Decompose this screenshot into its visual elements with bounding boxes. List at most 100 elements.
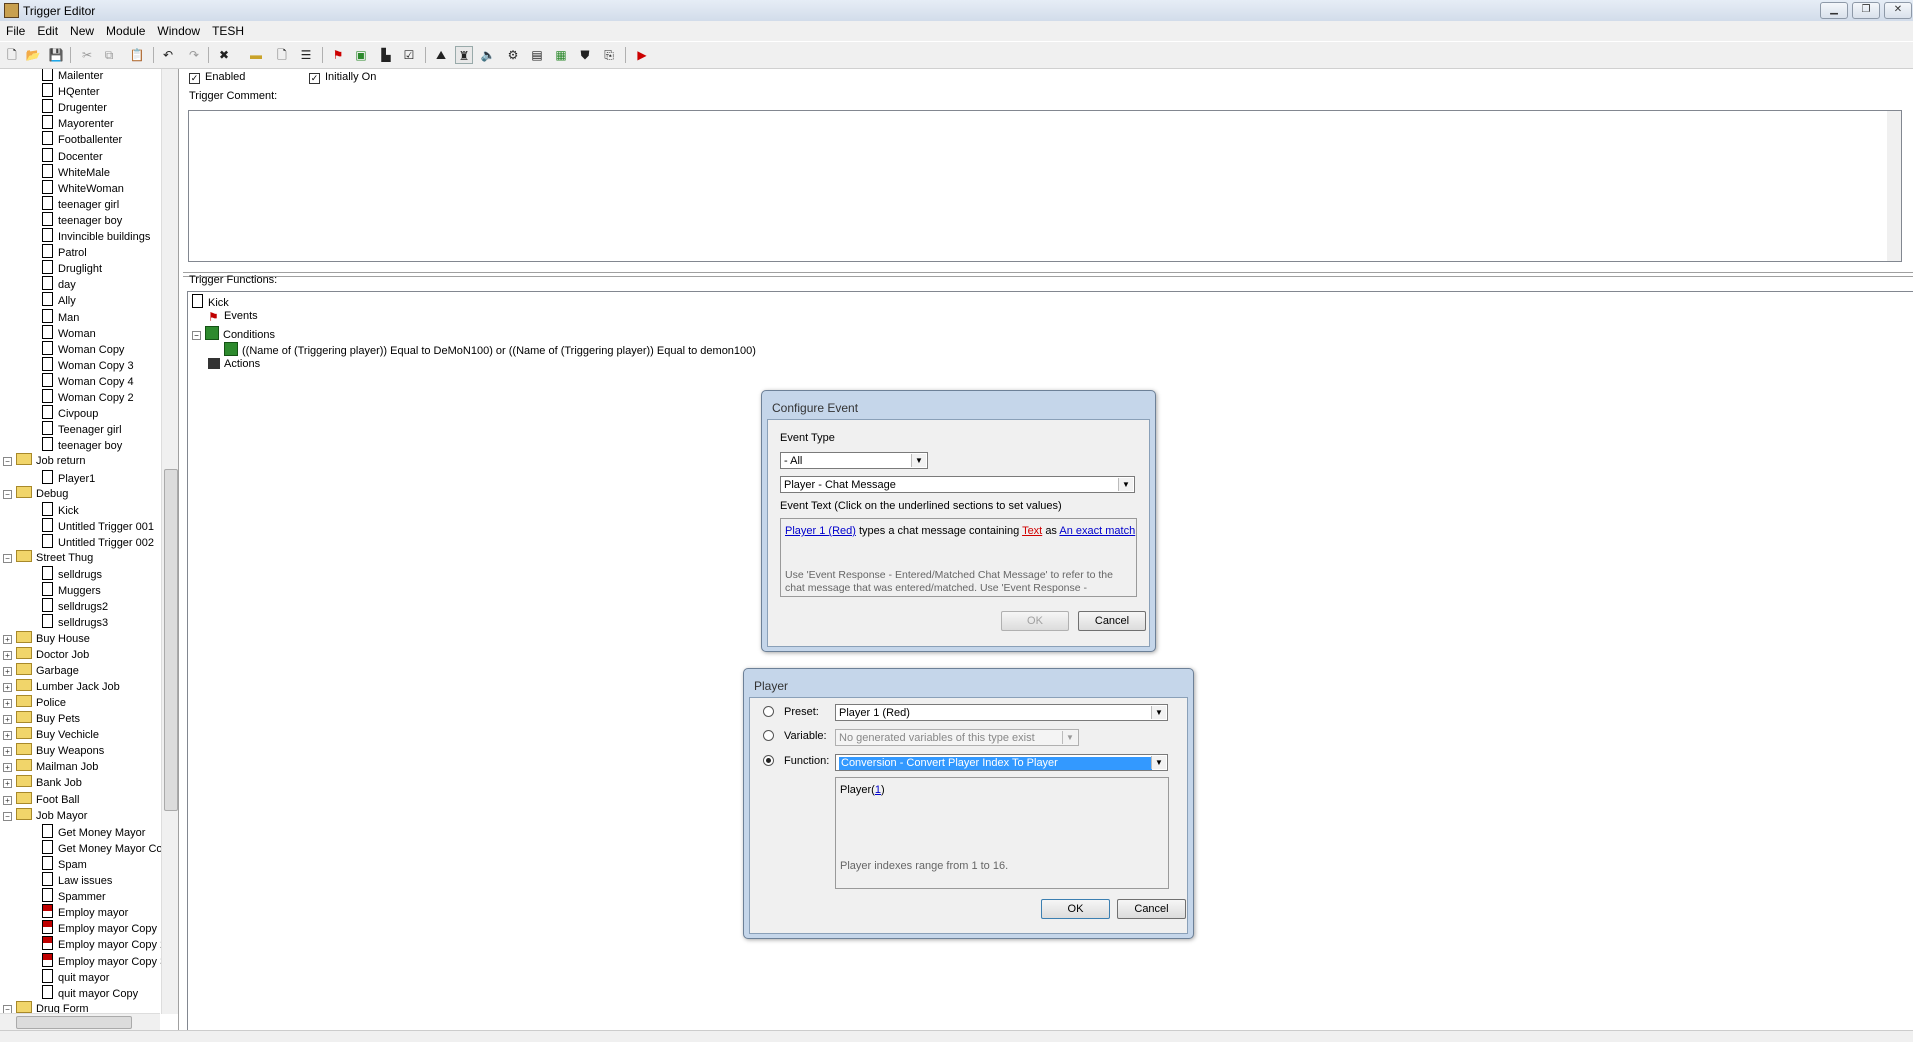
campaign-icon[interactable]: ⛊	[576, 46, 594, 64]
events-item[interactable]: ⚑ Events	[208, 310, 258, 326]
save-icon[interactable]: 💾	[47, 46, 65, 64]
terrain-icon[interactable]: ⛰	[432, 46, 450, 64]
cancel-button[interactable]: Cancel	[1117, 899, 1186, 919]
tree-trigger[interactable]: selldrugs2	[42, 598, 108, 614]
tree-hscroll-thumb[interactable]	[16, 1016, 132, 1029]
tree-trigger[interactable]: quit mayor	[42, 968, 109, 985]
tree-trigger[interactable]: Kick	[42, 501, 79, 518]
import-icon[interactable]: ▤	[528, 46, 546, 64]
object-icon[interactable]: ♜	[455, 46, 473, 64]
tree-folder[interactable]: − Street Thug	[3, 550, 93, 566]
player-param-link[interactable]: Player 1 (Red)	[785, 525, 856, 537]
tree-trigger[interactable]: Mailenter	[42, 69, 103, 83]
minimize-icon[interactable]: ▁	[1820, 2, 1848, 19]
collapse-icon[interactable]: −	[3, 457, 12, 467]
tree-trigger[interactable]: Spammer	[42, 888, 106, 904]
new-icon[interactable]: 🗋	[3, 46, 21, 64]
expand-icon[interactable]: +	[3, 763, 12, 773]
tree-trigger[interactable]: teenager boy	[42, 211, 122, 228]
tree-trigger[interactable]: Invincible buildings	[42, 228, 150, 244]
tree-trigger[interactable]: Woman Copy	[42, 340, 124, 357]
tree-trigger[interactable]: Civpoup	[42, 405, 98, 421]
tree-trigger[interactable]: Druglight	[42, 260, 102, 276]
trigger-root-item[interactable]: Kick	[192, 294, 229, 310]
tree-trigger[interactable]: Employ mayor	[42, 904, 128, 920]
tree-trigger[interactable]: Muggers	[42, 582, 101, 598]
menu-window[interactable]: Window	[151, 21, 206, 38]
tree-folder[interactable]: + Doctor Job	[3, 646, 89, 663]
expand-icon[interactable]: +	[3, 650, 12, 660]
tree-trigger[interactable]: selldrugs3	[42, 614, 108, 630]
new-comment-icon[interactable]: ☰	[297, 46, 315, 64]
tree-trigger[interactable]: Player1	[42, 469, 95, 486]
expand-icon[interactable]: +	[3, 666, 12, 676]
event-category-select[interactable]: - All ▼	[780, 452, 928, 469]
tree-folder[interactable]: + Mailman Job	[3, 759, 98, 775]
collapse-icon[interactable]: −	[3, 811, 12, 821]
tree-trigger[interactable]: day	[42, 276, 76, 292]
tree-trigger[interactable]: Mayorenter	[42, 115, 114, 131]
text-param-link[interactable]: Text	[1022, 525, 1042, 537]
tree-trigger[interactable]: Get Money Mayor Cop	[42, 839, 169, 856]
tree-trigger[interactable]: Patrol	[42, 244, 87, 260]
expand-icon[interactable]: +	[3, 715, 12, 724]
variable-radio[interactable]	[763, 730, 774, 741]
tree-trigger[interactable]: Teenager girl	[42, 421, 122, 437]
condition-row[interactable]: ((Name of (Triggering player)) Equal to …	[224, 342, 756, 358]
ai-icon[interactable]: ⚙	[504, 46, 522, 64]
tree-folder[interactable]: + Buy Pets	[3, 711, 80, 727]
expand-icon[interactable]: +	[3, 779, 12, 789]
tree-horizontal-scrollbar[interactable]	[0, 1013, 160, 1030]
new-category-icon[interactable]: ▬	[247, 46, 265, 64]
trigger-tree[interactable]: Mailenter HQenter Drugenter Mayorenter Footb…	[0, 69, 179, 1030]
tree-trigger[interactable]: WhiteWoman	[42, 179, 124, 196]
expand-icon[interactable]: +	[3, 698, 12, 708]
function-radio[interactable]	[763, 755, 774, 766]
expand-icon[interactable]: +	[3, 747, 12, 757]
sound-icon[interactable]: 🔈	[479, 46, 497, 64]
tree-trigger[interactable]: teenager girl	[42, 195, 119, 212]
test-map-icon[interactable]: ▶	[633, 46, 651, 64]
tree-trigger[interactable]: Drugenter	[42, 99, 107, 115]
object-manager-icon[interactable]: ▦	[552, 46, 570, 64]
close-icon[interactable]: ✕	[1884, 2, 1912, 19]
preset-select[interactable]: Player 1 (Red) ▼	[835, 704, 1168, 721]
tree-vertical-scrollbar[interactable]	[161, 69, 178, 1014]
new-action-icon[interactable]: ▙	[377, 46, 395, 64]
delete-icon[interactable]: ✖	[215, 46, 233, 64]
tree-folder[interactable]: + Lumber Jack Job	[3, 678, 120, 695]
variable-select[interactable]: No generated variables of this type exis…	[835, 729, 1079, 746]
paste-icon[interactable]: 📋	[128, 46, 146, 64]
expand-icon[interactable]: +	[3, 795, 12, 805]
tree-trigger[interactable]: teenager boy	[42, 437, 122, 453]
tree-folder[interactable]: − Job return	[3, 453, 86, 469]
conditions-item[interactable]: − Conditions	[192, 326, 275, 342]
menu-file[interactable]: File	[0, 21, 31, 38]
cut-icon[interactable]: ✂	[78, 46, 96, 64]
variables-icon[interactable]: ☑	[400, 46, 418, 64]
menu-tesh[interactable]: TESH	[206, 21, 250, 38]
tree-folder[interactable]: + Foot Ball	[3, 791, 79, 808]
tree-folder[interactable]: − Job Mayor	[3, 807, 87, 824]
tree-trigger[interactable]: WhiteMale	[42, 163, 110, 180]
tree-folder[interactable]: + Buy House	[3, 630, 90, 647]
expand-icon[interactable]: +	[3, 731, 12, 741]
tree-trigger[interactable]: Woman Copy 3	[42, 356, 134, 373]
undo-icon[interactable]: ↶	[159, 46, 177, 64]
tree-trigger[interactable]: selldrugs	[42, 566, 102, 582]
cancel-button[interactable]: Cancel	[1078, 611, 1146, 631]
comment-scrollbar[interactable]	[1887, 111, 1901, 261]
expand-icon[interactable]: +	[3, 634, 12, 644]
enabled-checkbox[interactable]: ✓ Enabled	[189, 71, 245, 84]
restore-icon[interactable]: ❐	[1852, 2, 1880, 19]
tree-trigger[interactable]: Spam	[42, 855, 87, 872]
tree-trigger[interactable]: Ally	[42, 292, 76, 308]
new-event-icon[interactable]: ⚑	[329, 46, 347, 64]
tree-trigger[interactable]: Woman Copy 4	[42, 372, 134, 389]
new-trigger-icon[interactable]: 🗋	[273, 46, 291, 64]
ok-button[interactable]: OK	[1041, 899, 1110, 919]
tree-trigger[interactable]: Woman Copy 2	[42, 389, 134, 405]
panel-splitter[interactable]	[183, 272, 1913, 277]
tree-folder[interactable]: + Bank Job	[3, 775, 82, 791]
tree-trigger[interactable]: Footballenter	[42, 131, 122, 147]
